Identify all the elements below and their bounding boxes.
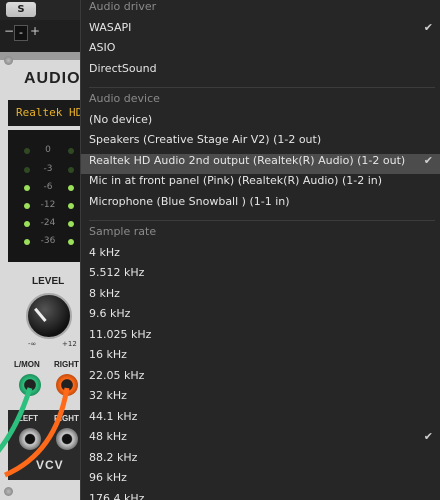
db-scale-label: -24 <box>40 218 56 228</box>
menu-item-label: Mic in at front panel (Pink) (Realtek(R)… <box>89 174 383 187</box>
level-label: LEVEL <box>32 276 65 287</box>
menu-item-label: ASIO <box>89 41 116 54</box>
menu-item-label: 9.6 kHz <box>89 307 131 320</box>
menu-item-label: Microphone (Blue Snowball ) (1-1 in) <box>89 194 290 208</box>
menu-item-label: 22.05 kHz <box>89 368 145 382</box>
db-scale-label: -6 <box>43 182 53 192</box>
green-cable <box>0 387 33 453</box>
menu-item[interactable]: 176.4 kHz <box>81 492 440 500</box>
level-led-right <box>68 239 74 245</box>
level-led-left <box>24 148 30 154</box>
channel-stepper[interactable]: − - + <box>2 24 42 42</box>
menu-item[interactable]: 9.6 kHz <box>81 307 440 327</box>
menu-item[interactable]: 32 kHz <box>81 389 440 409</box>
patch-cables <box>0 387 70 478</box>
menu-item[interactable]: (No device) <box>81 113 440 133</box>
audio-module: S − - + AUDIO Realtek HD 0 -3 -6 -12 -24 -36 … <box>0 0 80 500</box>
menu-item-label: 32 kHz <box>89 389 127 402</box>
menu-item-label: 16 kHz <box>89 348 127 361</box>
db-scale-label: -12 <box>40 200 56 210</box>
checkmark-icon: ✔ <box>423 20 433 34</box>
menu-item[interactable]: 11.025 kHz <box>81 328 440 348</box>
stepper-value: - <box>14 25 28 41</box>
menu-item[interactable]: Realtek HD Audio 2nd output (Realtek(R) … <box>81 153 440 174</box>
menu-item[interactable]: Speakers (Creative Stage Air V2) (1-2 ou… <box>81 133 440 153</box>
db-scale-label: -36 <box>40 236 56 246</box>
menu-item[interactable]: Microphone (Blue Snowball ) (1-1 in) <box>81 195 440 215</box>
menu-item[interactable]: WASAPI ✔ <box>81 21 440 41</box>
menu-item-label: DirectSound <box>89 61 157 75</box>
menu-section-header: Sample rate <box>89 225 157 238</box>
level-led-right <box>68 148 74 154</box>
menu-item-label: Realtek HD Audio 2nd output (Realtek(R) … <box>89 153 406 167</box>
checkmark-icon: ✔ <box>423 153 433 167</box>
menu-item[interactable]: 48 kHz ✔ <box>81 430 440 450</box>
module-title: AUDIO <box>24 70 80 87</box>
menu-item-label: 176.4 kHz <box>89 491 145 500</box>
level-led-left <box>24 203 30 209</box>
knob-max-label: +12 <box>62 340 77 348</box>
menu-item-label: Speakers (Creative Stage Air V2) (1-2 ou… <box>89 133 322 146</box>
port-label-right-in: RIGHT <box>54 360 79 369</box>
db-scale-label: -3 <box>43 164 53 174</box>
port-label-lmon: L/MON <box>14 360 40 369</box>
menu-item[interactable]: 5.512 kHz <box>81 266 440 286</box>
vcv-logo: VCV <box>36 458 64 472</box>
menu-item[interactable]: 88.2 kHz <box>81 451 440 471</box>
menu-item[interactable]: 8 kHz <box>81 287 440 307</box>
menu-item[interactable]: 96 kHz <box>81 471 440 491</box>
knob-min-label: -∞ <box>28 340 37 348</box>
level-led-right <box>68 221 74 227</box>
menu-item-label: 8 kHz <box>89 286 120 300</box>
menu-item-label: 88.2 kHz <box>89 450 138 464</box>
level-led-left <box>24 167 30 173</box>
menu-item-label: 11.025 kHz <box>89 327 152 341</box>
menu-item-label: 48 kHz <box>89 430 127 443</box>
level-led-right <box>68 185 74 191</box>
menu-item-label: WASAPI <box>89 20 132 34</box>
menu-item[interactable]: 16 kHz <box>81 348 440 368</box>
menu-item-label: 4 kHz <box>89 245 120 259</box>
level-knob[interactable] <box>26 293 72 339</box>
menu-item-label: 44.1 kHz <box>89 409 138 423</box>
device-display-text: Realtek HD <box>16 106 80 119</box>
menu-item[interactable]: 44.1 kHz <box>81 410 440 430</box>
stepper-minus-button[interactable]: − <box>4 24 14 38</box>
menu-section-header: Audio driver <box>89 0 157 13</box>
menu-section-header: Audio device <box>89 92 160 105</box>
menu-item[interactable]: 4 kHz <box>81 246 440 266</box>
stepper-plus-button[interactable]: + <box>30 24 40 38</box>
screw-icon <box>4 56 13 65</box>
menu-item-label: (No device) <box>89 112 153 126</box>
level-led-right <box>68 167 74 173</box>
solo-button[interactable]: S <box>6 2 36 17</box>
menu-separator <box>89 87 435 88</box>
menu-item-label: 5.512 kHz <box>89 266 145 279</box>
menu-item[interactable]: DirectSound <box>81 62 440 82</box>
menu-item[interactable]: Mic in at front panel (Pink) (Realtek(R)… <box>81 174 440 194</box>
level-led-left <box>24 221 30 227</box>
checkmark-icon: ✔ <box>423 430 433 443</box>
db-scale-label: 0 <box>45 145 51 155</box>
level-led-left <box>24 185 30 191</box>
audio-settings-menu: Audio driver WASAPI ✔ ASIO DirectSound Audio … <box>80 0 440 500</box>
level-led-right <box>68 203 74 209</box>
level-led-left <box>24 239 30 245</box>
menu-item[interactable]: ASIO <box>81 41 440 61</box>
menu-item-label: 96 kHz <box>89 471 127 484</box>
menu-item[interactable]: 22.05 kHz <box>81 369 440 389</box>
menu-separator <box>89 220 435 221</box>
